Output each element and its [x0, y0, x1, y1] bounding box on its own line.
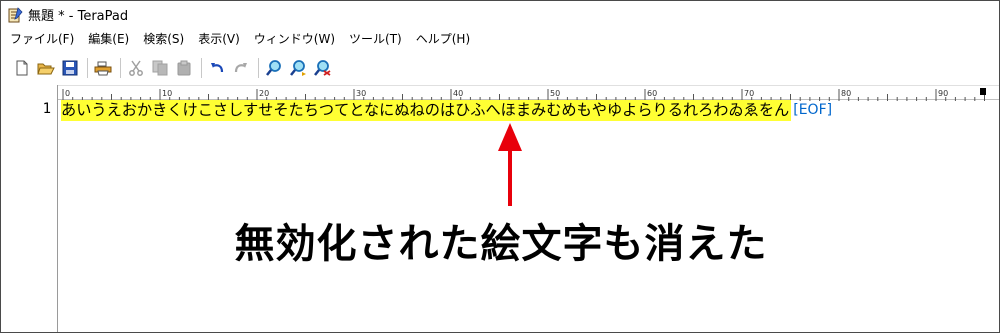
terapad-window: 無題 * - TeraPad ファイル(F) 編集(E) 検索(S) 表示(V)… [0, 0, 1000, 333]
annotation-caption: 無効化された絵文字も消えた [234, 221, 768, 267]
annotation-arrow [498, 123, 522, 206]
